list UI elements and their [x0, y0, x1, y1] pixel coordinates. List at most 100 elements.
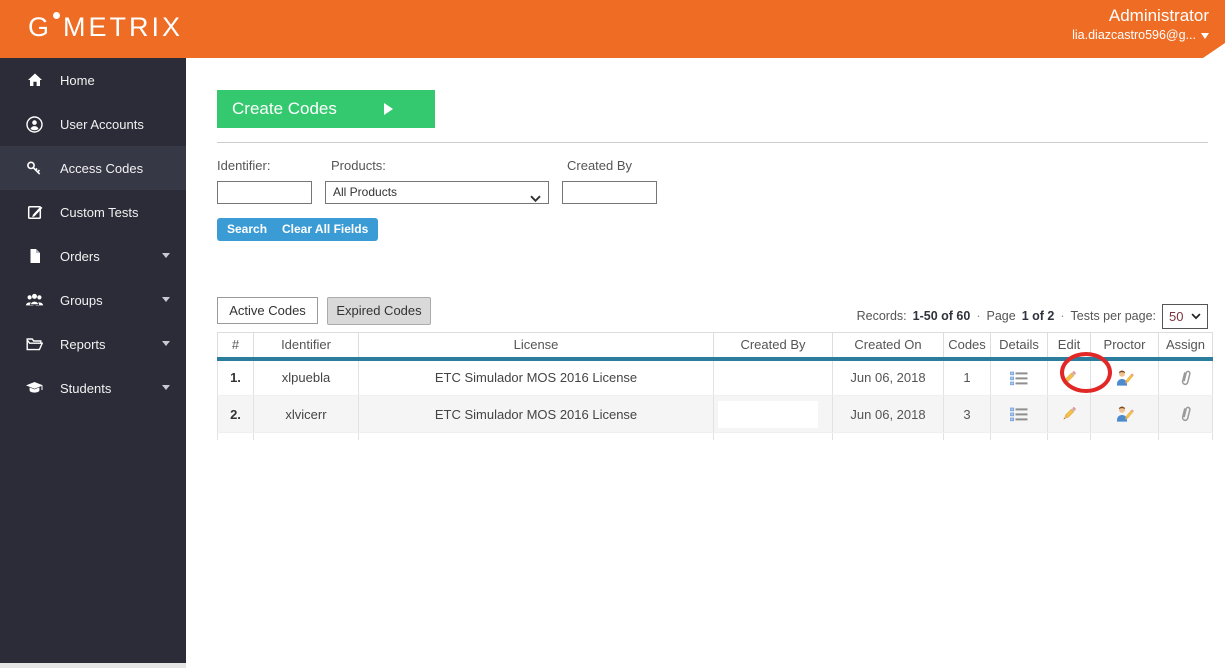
sidebar-item-reports[interactable]: Reports — [0, 322, 186, 366]
created-by-input[interactable] — [562, 181, 657, 204]
sidebar-item-label: Students — [60, 380, 112, 396]
row-number: 2. — [217, 395, 254, 433]
access-codes-table: # Identifier License Created By Created … — [217, 332, 1213, 440]
user-role: Administrator — [1108, 6, 1209, 25]
logo-dot-icon — [53, 12, 61, 19]
user-accounts-icon — [25, 115, 44, 133]
tab-expired-codes[interactable]: Expired Codes — [327, 297, 431, 325]
redacted-patch — [718, 401, 818, 428]
chevron-down-icon — [162, 253, 170, 258]
sidebar-item-user-accounts[interactable]: User Accounts — [0, 102, 186, 146]
chevron-down-icon — [530, 189, 541, 210]
chevron-down-icon — [162, 341, 170, 346]
chevron-down-icon — [162, 297, 170, 302]
identifier-input[interactable] — [217, 181, 312, 204]
sidebar-item-students[interactable]: Students — [0, 366, 186, 410]
table-row: 2. xlvicerr ETC Simulador MOS 2016 Licen… — [217, 395, 1213, 433]
created-on-cell: Jun 06, 2018 — [832, 395, 944, 433]
app-header: G METRIX Administrator lia.diazcastro596@… — [0, 0, 1225, 58]
table-row-clipped — [217, 432, 1213, 440]
identifier-cell: xlpuebla — [253, 358, 359, 396]
sidebar-item-label: User Accounts — [60, 116, 144, 132]
pagination-summary: Records: 1-50 of 60 · Page 1 of 2 · Test… — [857, 303, 1208, 329]
document-icon — [25, 248, 44, 264]
chevron-down-icon — [1191, 312, 1201, 319]
col-header-proctor: Proctor — [1090, 332, 1159, 361]
folder-icon — [25, 337, 44, 351]
col-header-assign: Assign — [1158, 332, 1213, 361]
tab-active-codes[interactable]: Active Codes — [217, 297, 318, 324]
list-details-icon[interactable] — [1010, 407, 1028, 422]
page-label: Page — [986, 309, 1016, 323]
row-number: 1. — [217, 358, 254, 396]
codes-count-cell: 3 — [943, 395, 991, 433]
sidebar-item-label: Groups — [60, 292, 103, 308]
sidebar-item-custom-tests[interactable]: Custom Tests — [0, 190, 186, 234]
graduation-cap-icon — [25, 381, 44, 395]
sidebar-item-groups[interactable]: Groups — [0, 278, 186, 322]
user-menu[interactable]: Administrator lia.diazcastro596@g... — [1072, 5, 1209, 44]
list-details-icon[interactable] — [1010, 371, 1028, 386]
home-icon — [25, 72, 44, 88]
created-by-cell — [713, 395, 833, 433]
separator: · — [1060, 309, 1065, 323]
records-label: Records: — [856, 309, 907, 323]
sidebar-item-label: Home — [60, 72, 95, 88]
sidebar-item-access-codes[interactable]: Access Codes — [0, 146, 186, 190]
gmetrix-logo: G METRIX — [28, 12, 183, 43]
col-header-edit: Edit — [1047, 332, 1091, 361]
created-by-cell — [713, 358, 833, 396]
col-header-created-by: Created By — [713, 332, 833, 361]
create-codes-button[interactable]: Create Codes — [217, 90, 435, 128]
arrow-right-icon — [384, 103, 393, 115]
tests-per-page-value: 50 — [1169, 308, 1184, 324]
col-header-codes: Codes — [943, 332, 991, 361]
people-icon — [25, 293, 44, 308]
proctor-user-icon[interactable] — [1115, 405, 1134, 423]
records-range: 1-50 of 60 — [912, 309, 971, 323]
col-header-num: # — [217, 332, 254, 361]
sidebar-item-home[interactable]: Home — [0, 58, 186, 102]
created-on-cell: Jun 06, 2018 — [832, 358, 944, 396]
chevron-down-icon — [162, 385, 170, 390]
edit-square-icon — [25, 204, 44, 220]
col-header-license: License — [358, 332, 714, 361]
col-header-details: Details — [990, 332, 1048, 361]
sidebar-item-label: Reports — [60, 336, 106, 352]
identifier-cell: xlvicerr — [253, 395, 359, 433]
created-by-label: Created By — [567, 158, 633, 173]
license-cell: ETC Simulador MOS 2016 License — [358, 358, 714, 396]
sidebar-nav: Home User Accounts Access Codes Custom T… — [0, 58, 186, 663]
pencil-edit-icon[interactable] — [1059, 404, 1079, 424]
search-button[interactable]: Search — [217, 218, 278, 241]
codes-count-cell: 1 — [943, 358, 991, 396]
license-cell: ETC Simulador MOS 2016 License — [358, 395, 714, 433]
tests-per-page-select[interactable]: 50 — [1162, 303, 1208, 329]
header-corner-wedge — [1203, 43, 1225, 58]
sidebar-item-orders[interactable]: Orders — [0, 234, 186, 278]
bottom-edge-strip — [0, 663, 186, 668]
products-label: Products: — [331, 158, 386, 173]
separator: · — [976, 309, 981, 323]
page-value: 1 of 2 — [1021, 309, 1055, 323]
tests-per-page-label: Tests per page: — [1070, 309, 1156, 323]
pencil-edit-icon[interactable] — [1059, 368, 1079, 388]
user-email: lia.diazcastro596@g... — [1072, 28, 1196, 42]
identifier-label: Identifier: — [217, 158, 271, 173]
products-select[interactable]: All Products — [325, 181, 549, 204]
main-content: Create Codes Identifier: Products: Creat… — [186, 58, 1225, 668]
section-divider — [217, 142, 1208, 143]
table-header-row: # Identifier License Created By Created … — [217, 332, 1213, 361]
col-header-identifier: Identifier — [253, 332, 359, 361]
proctor-user-icon[interactable] — [1115, 369, 1134, 387]
table-row: 1. xlpuebla ETC Simulador MOS 2016 Licen… — [217, 358, 1213, 396]
chevron-down-icon — [1201, 32, 1209, 39]
sidebar-item-label: Access Codes — [60, 160, 144, 176]
paperclip-assign-icon[interactable] — [1179, 405, 1193, 423]
clear-all-fields-button[interactable]: Clear All Fields — [272, 218, 379, 241]
col-header-created-on: Created On — [832, 332, 944, 361]
paperclip-assign-icon[interactable] — [1179, 369, 1193, 387]
products-selected-value: All Products — [333, 185, 398, 199]
create-codes-label: Create Codes — [232, 99, 337, 118]
sidebar-item-label: Orders — [60, 248, 100, 264]
